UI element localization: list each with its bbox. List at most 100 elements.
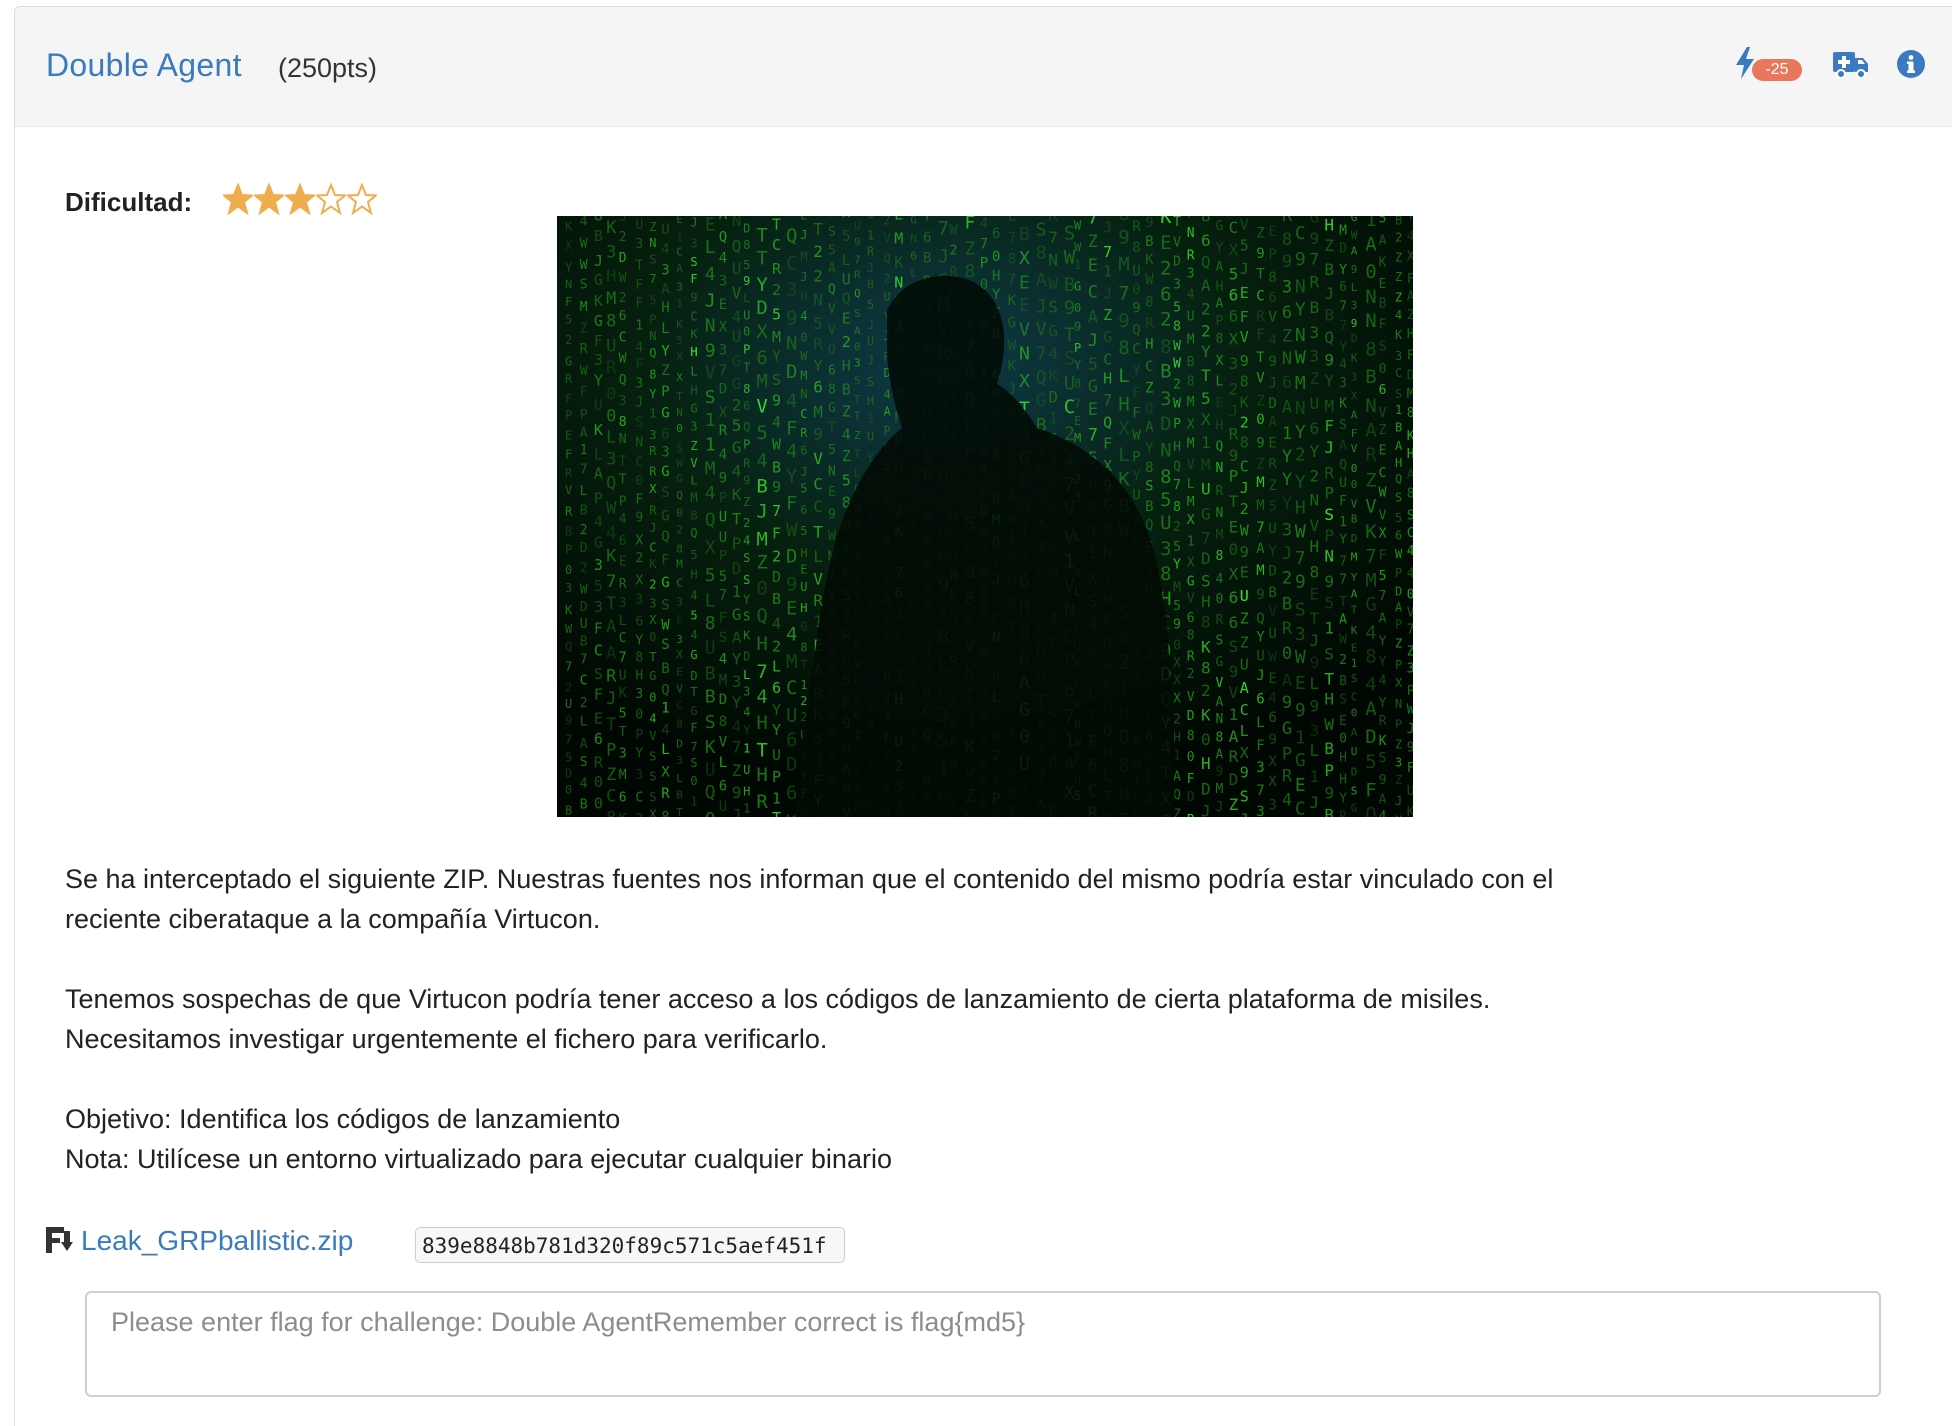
- svg-text:7: 7: [565, 660, 572, 674]
- svg-text:K: K: [1365, 521, 1377, 543]
- svg-text:4: 4: [772, 413, 781, 431]
- svg-text:R: R: [756, 791, 768, 813]
- svg-text:H: H: [756, 712, 767, 734]
- svg-text:E: E: [1160, 232, 1171, 254]
- svg-text:3: 3: [1160, 538, 1171, 560]
- svg-text:P: P: [565, 543, 572, 557]
- svg-text:1: 1: [661, 701, 669, 717]
- svg-text:U: U: [1256, 649, 1264, 665]
- svg-text:S: S: [828, 225, 836, 240]
- svg-text:3: 3: [1256, 804, 1264, 817]
- svg-text:U: U: [732, 259, 742, 278]
- svg-text:6: 6: [1268, 710, 1276, 726]
- svg-text:M: M: [894, 229, 903, 247]
- svg-text:N: N: [1216, 461, 1224, 476]
- svg-text:Y: Y: [1132, 363, 1141, 379]
- svg-text:S: S: [649, 252, 656, 266]
- svg-text:0: 0: [1074, 301, 1081, 315]
- svg-text:Q: Q: [1256, 611, 1264, 627]
- svg-text:J: J: [1395, 794, 1402, 808]
- svg-text:U: U: [772, 746, 781, 764]
- svg-text:N: N: [800, 387, 807, 401]
- download-file-icon: [45, 1225, 75, 1255]
- svg-text:E: E: [1074, 414, 1081, 428]
- svg-text:A: A: [1395, 601, 1403, 615]
- svg-text:X: X: [635, 533, 643, 548]
- svg-text:B: B: [565, 804, 572, 817]
- svg-text:W: W: [1295, 647, 1306, 668]
- svg-text:R: R: [854, 269, 861, 282]
- svg-text:T: T: [619, 725, 627, 740]
- svg-text:E: E: [1268, 671, 1276, 687]
- svg-text:Q: Q: [1036, 367, 1047, 388]
- svg-text:F: F: [565, 392, 572, 406]
- svg-text:G: G: [649, 669, 656, 683]
- svg-text:9: 9: [1324, 351, 1334, 370]
- svg-text:F: F: [594, 686, 603, 704]
- svg-text:8: 8: [1407, 406, 1413, 421]
- svg-text:F: F: [635, 296, 643, 311]
- svg-text:K: K: [743, 629, 751, 643]
- svg-text:W: W: [1173, 356, 1181, 371]
- svg-text:L: L: [1310, 674, 1320, 693]
- svg-text:P: P: [565, 409, 572, 423]
- svg-text:D: D: [1048, 388, 1058, 407]
- file-download-link[interactable]: Leak_GRPballistic.zip: [81, 1225, 353, 1257]
- info-button[interactable]: [1896, 47, 1926, 81]
- svg-text:D: D: [1351, 532, 1358, 545]
- svg-text:R: R: [649, 464, 657, 478]
- svg-text:P: P: [1074, 341, 1081, 355]
- hint-button[interactable]: -25: [1734, 47, 1806, 81]
- svg-text:K: K: [1407, 429, 1413, 444]
- svg-text:W: W: [619, 351, 627, 366]
- svg-text:P: P: [1324, 484, 1334, 503]
- svg-text:U: U: [1160, 512, 1171, 534]
- svg-text:3: 3: [1351, 370, 1358, 383]
- svg-text:L: L: [1310, 741, 1320, 760]
- svg-text:9: 9: [1145, 216, 1153, 231]
- svg-text:M: M: [786, 651, 797, 673]
- svg-text:8: 8: [1310, 563, 1320, 582]
- svg-text:Z: Z: [661, 363, 669, 379]
- svg-text:3: 3: [649, 597, 656, 611]
- svg-text:8: 8: [719, 714, 727, 730]
- svg-text:Y: Y: [743, 592, 751, 606]
- svg-text:2: 2: [1240, 500, 1249, 518]
- svg-text:V: V: [1187, 592, 1195, 607]
- svg-text:3: 3: [1310, 721, 1320, 740]
- svg-text:Y: Y: [743, 723, 751, 737]
- svg-text:K: K: [606, 547, 617, 567]
- svg-text:2: 2: [676, 523, 683, 536]
- svg-text:W: W: [950, 223, 958, 238]
- svg-text:0: 0: [1379, 362, 1387, 377]
- svg-text:3: 3: [1173, 278, 1181, 293]
- svg-text:U: U: [1339, 476, 1347, 491]
- svg-text:R: R: [606, 358, 617, 378]
- svg-text:N: N: [1216, 712, 1224, 727]
- svg-text:1: 1: [867, 228, 874, 242]
- svg-text:M: M: [676, 558, 683, 571]
- challenge-title-link[interactable]: Double Agent: [46, 47, 242, 84]
- svg-text:E: E: [594, 710, 603, 728]
- svg-text:C: C: [813, 497, 823, 516]
- svg-text:3: 3: [1407, 662, 1413, 677]
- svg-text:8: 8: [676, 542, 683, 555]
- svg-text:9: 9: [1229, 662, 1239, 681]
- svg-text:Q: Q: [705, 510, 716, 531]
- svg-text:7: 7: [580, 653, 588, 668]
- flag-input[interactable]: [85, 1291, 1881, 1397]
- svg-text:V: V: [1019, 320, 1030, 341]
- svg-text:A: A: [580, 426, 588, 441]
- svg-text:D: D: [1351, 332, 1358, 345]
- svg-text:0: 0: [1187, 750, 1195, 765]
- svg-text:C: C: [580, 674, 588, 689]
- svg-text:H: H: [800, 290, 807, 304]
- svg-text:9: 9: [1310, 229, 1320, 248]
- svg-text:G: G: [800, 620, 807, 634]
- svg-text:8: 8: [649, 368, 656, 382]
- svg-text:4: 4: [1268, 216, 1276, 218]
- svg-text:3: 3: [661, 263, 669, 279]
- help-button[interactable]: [1832, 47, 1870, 81]
- svg-text:E: E: [1379, 444, 1387, 459]
- svg-text:J: J: [1036, 297, 1047, 318]
